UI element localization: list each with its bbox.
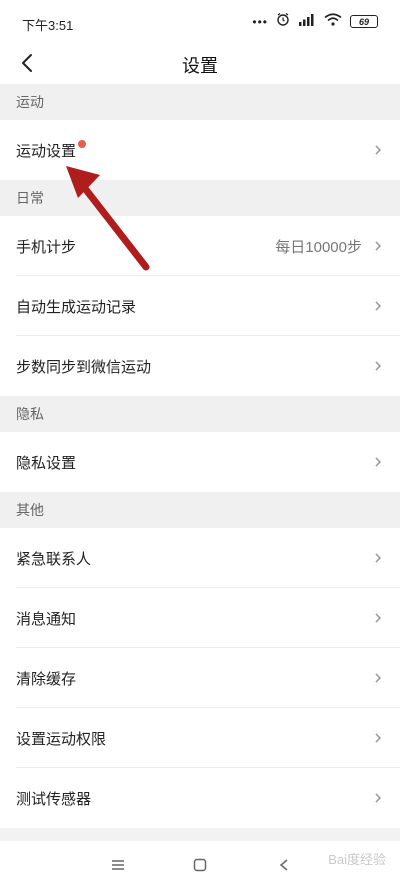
wifi-icon: [324, 12, 342, 31]
chevron-right-icon: [372, 551, 384, 565]
row-label: 消息通知: [16, 610, 77, 628]
settings-row-auto-record[interactable]: 自动生成运动记录: [0, 276, 400, 336]
row-label: 手机计步: [16, 238, 77, 256]
section-header-privacy: 隐私: [0, 396, 400, 432]
row-label: 隐私设置: [16, 454, 77, 472]
row-label: 运动设置: [16, 142, 77, 160]
chevron-right-icon: [372, 359, 384, 373]
signal-icon: [298, 13, 316, 31]
home-button[interactable]: [188, 853, 212, 877]
settings-row-permissions[interactable]: 设置运动权限: [0, 708, 400, 768]
status-icons: ••• 69: [252, 12, 378, 31]
top-app-bar: 设置: [0, 42, 400, 84]
status-time: 下午3:51: [22, 18, 74, 33]
chevron-right-icon: [372, 791, 384, 805]
chevron-right-icon: [372, 731, 384, 745]
menu-button[interactable]: [106, 853, 130, 877]
settings-row-notifications[interactable]: 消息通知: [0, 588, 400, 648]
status-bar: 下午3:51 ••• 69: [0, 0, 400, 42]
row-label: 步数同步到微信运动: [16, 358, 152, 376]
settings-row-privacy-settings[interactable]: 隐私设置: [0, 432, 400, 492]
home-square-icon: [193, 858, 207, 872]
row-value: 每日10000步: [275, 238, 362, 256]
alarm-icon: [276, 12, 290, 31]
row-label: 测试传感器: [16, 790, 92, 808]
chevron-right-icon: [372, 299, 384, 313]
chevron-right-icon: [372, 143, 384, 157]
section-header-other: 其他: [0, 492, 400, 528]
row-label: 紧急联系人: [16, 550, 92, 568]
notification-dots: •••: [252, 14, 268, 29]
menu-icon: [112, 860, 124, 870]
row-label: 清除缓存: [16, 670, 77, 688]
system-nav-bar: Bai度经验: [0, 841, 400, 888]
settings-row-phone-steps[interactable]: 手机计步 每日10000步: [0, 216, 400, 276]
page-title: 设置: [182, 56, 218, 76]
settings-row-emergency-contact[interactable]: 紧急联系人: [0, 528, 400, 588]
settings-row-sport-settings[interactable]: 运动设置: [0, 120, 400, 180]
settings-row-clear-cache[interactable]: 清除缓存: [0, 648, 400, 708]
back-triangle-icon: [279, 859, 288, 871]
watermark: Bai度经验: [328, 852, 386, 867]
section-header-sport: 运动: [0, 84, 400, 120]
chevron-right-icon: [372, 671, 384, 685]
chevron-right-icon: [372, 611, 384, 625]
settings-row-test-sensor[interactable]: 测试传感器: [0, 768, 400, 828]
battery-icon: 69: [350, 15, 378, 28]
chevron-right-icon: [372, 239, 384, 253]
new-badge-dot: [78, 140, 87, 148]
chevron-right-icon: [372, 455, 384, 469]
row-label: 自动生成运动记录: [16, 298, 137, 316]
row-label: 设置运动权限: [16, 730, 107, 748]
section-header-daily: 日常: [0, 180, 400, 216]
back-nav-button[interactable]: [272, 853, 296, 877]
settings-row-wechat-sync[interactable]: 步数同步到微信运动: [0, 336, 400, 396]
